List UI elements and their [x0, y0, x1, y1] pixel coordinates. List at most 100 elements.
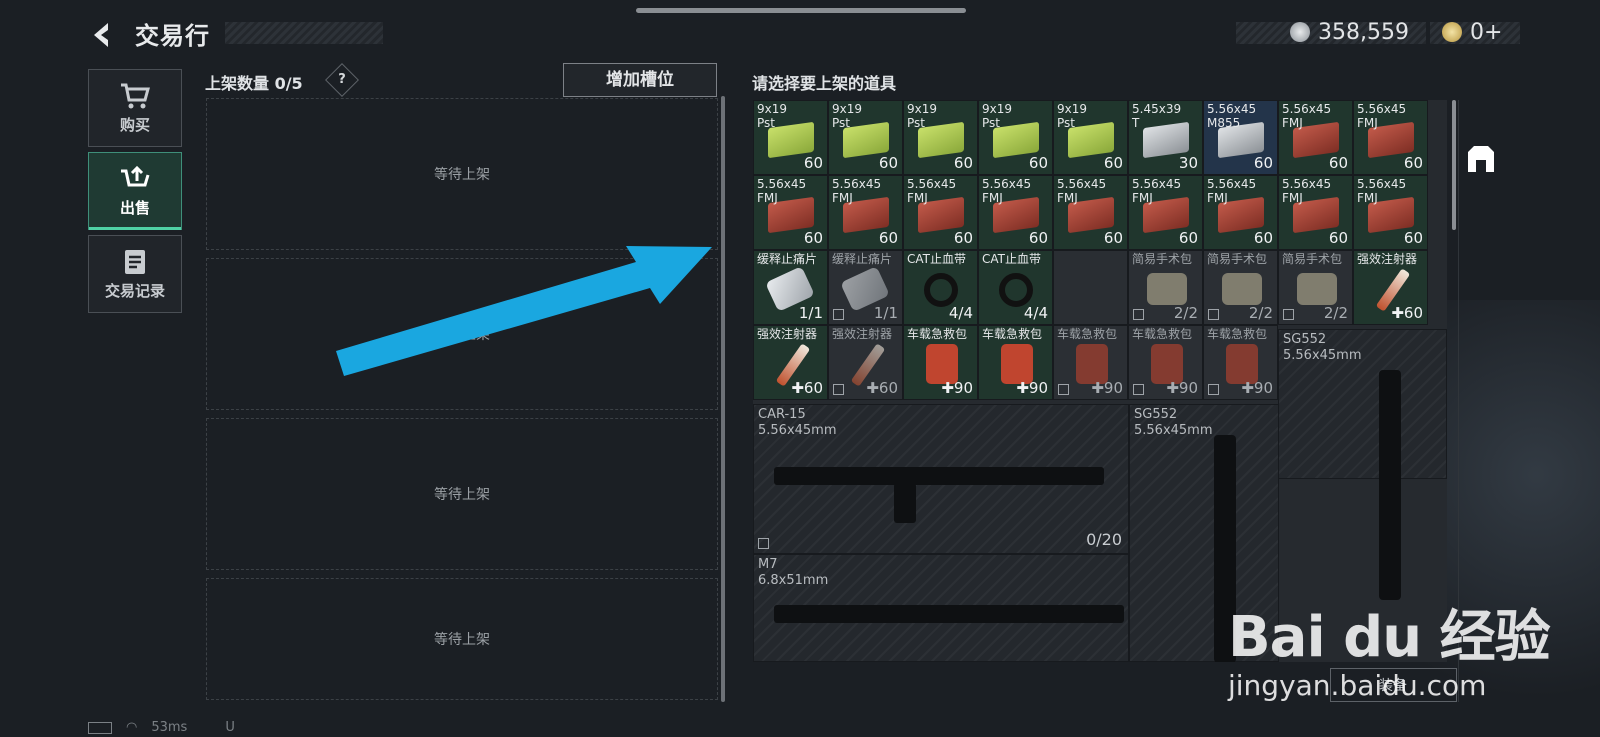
weapon-card[interactable]: CAR-15 5.56x45mm 0/20 — [753, 404, 1129, 554]
inventory-item[interactable]: 车载急救包 ✚90 — [1053, 325, 1128, 400]
inventory-item[interactable]: 简易手术包 2/2 — [1203, 250, 1278, 325]
item-name: 9x19 Pst — [832, 102, 863, 130]
lock-icon — [1208, 384, 1219, 395]
silver-amount: 358,559 — [1318, 19, 1409, 45]
inventory-item[interactable]: 5.56x45 FMJ 60 — [753, 175, 828, 250]
silver-coin-icon — [1290, 22, 1310, 42]
gold-coin-icon — [1442, 22, 1462, 42]
add-slot-button[interactable]: 增加槽位 — [563, 63, 717, 97]
sell-upload-icon — [121, 165, 150, 186]
item-count: ✚90 — [1016, 379, 1048, 397]
weapon-name: CAR-15 5.56x45mm — [758, 407, 837, 438]
weapon-ammo-count: 0/20 — [1086, 530, 1122, 549]
first-aid-bag-icon — [1001, 344, 1033, 384]
listing-slot[interactable]: 等待上架 — [206, 258, 718, 410]
item-name: 强效注射器 — [1357, 252, 1418, 266]
help-glyph: ? — [338, 72, 346, 87]
inventory-item[interactable]: 车载急救包 ✚90 — [1128, 325, 1203, 400]
rifle-magazine — [894, 483, 916, 523]
inventory-item[interactable]: 9x19 Pst 60 — [753, 100, 828, 175]
inventory-item[interactable]: 9x19 Pst 60 — [828, 100, 903, 175]
listing-slot[interactable]: 等待上架 — [206, 98, 718, 250]
listing-slot[interactable]: 等待上架 — [206, 418, 718, 570]
tab-sell[interactable]: 出售 — [88, 152, 182, 230]
inventory-item[interactable]: 强效注射器 ✚60 — [1353, 250, 1428, 325]
item-name: 9x19 Pst — [757, 102, 788, 130]
tab-records[interactable]: 交易记录 — [88, 235, 182, 313]
inventory-item[interactable]: 简易手术包 2/2 — [1128, 250, 1203, 325]
inventory-item[interactable]: 车载急救包 ✚90 — [978, 325, 1053, 400]
top-drag-handle[interactable] — [636, 8, 966, 13]
inventory-item[interactable]: 9x19 Pst 60 — [978, 100, 1053, 175]
item-count: 1/1 — [798, 304, 823, 322]
item-name: 5.45x39 T — [1132, 102, 1182, 130]
item-name: 5.56x45 FMJ — [1282, 102, 1332, 130]
inventory-item[interactable]: 5.45x39 T 30 — [1128, 100, 1203, 175]
first-aid-bag-icon — [1226, 344, 1258, 384]
lock-icon — [1133, 384, 1144, 395]
inventory-item[interactable]: 5.56x45 FMJ 60 — [978, 175, 1053, 250]
inventory-item[interactable]: 5.56x45 FMJ 60 — [828, 175, 903, 250]
inventory-item[interactable]: 5.56x45 FMJ 60 — [903, 175, 978, 250]
inventory-item[interactable]: 5.56x45 FMJ 60 — [1128, 175, 1203, 250]
item-name: 9x19 Pst — [1057, 102, 1088, 130]
inventory-item[interactable]: 车载急救包 ✚90 — [1203, 325, 1278, 400]
back-button[interactable] — [88, 20, 118, 50]
inventory-item[interactable]: 9x19 Pst 60 — [1053, 100, 1128, 175]
surgery-kit-icon — [1147, 273, 1187, 305]
help-icon[interactable]: ? — [325, 63, 359, 97]
listing-slot[interactable]: 等待上架 — [206, 578, 718, 700]
slot-status: 等待上架 — [434, 487, 490, 503]
inventory-item[interactable]: 5.56x45 FMJ 60 — [1278, 175, 1353, 250]
item-count: 60 — [803, 154, 823, 172]
inventory-item[interactable]: 强效注射器 ✚60 — [753, 325, 828, 400]
item-count: ✚90 — [941, 379, 973, 397]
first-aid-bag-icon — [926, 344, 958, 384]
item-count: 60 — [1103, 229, 1123, 247]
inventory-item[interactable]: 5.56x45 FMJ 60 — [1203, 175, 1278, 250]
inventory-item[interactable]: 5.56x45 FMJ 60 — [1053, 175, 1128, 250]
inventory-scrollbar[interactable] — [1452, 100, 1456, 230]
inventory-item — [1053, 250, 1128, 325]
item-count: 60 — [1028, 154, 1048, 172]
weapon-card[interactable]: SG552 5.56x45mm — [1278, 329, 1447, 600]
item-name: 缓释止痛片 — [757, 252, 818, 266]
filter-button[interactable] — [1464, 142, 1498, 176]
back-arrow-icon — [94, 23, 108, 47]
inventory-item[interactable]: 简易手术包 2/2 — [1278, 250, 1353, 325]
rifle-image — [774, 467, 1104, 485]
item-count: ✚90 — [1091, 379, 1123, 397]
surgery-kit-icon — [1222, 273, 1262, 305]
listing-scrollbar[interactable] — [721, 96, 725, 702]
item-name: 5.56x45 M855 — [1207, 102, 1257, 130]
tourniquet-icon — [999, 273, 1033, 307]
tab-buy[interactable]: 购买 — [88, 69, 182, 147]
item-name: 5.56x45 FMJ — [1057, 177, 1107, 205]
inventory-item[interactable]: 5.56x45 FMJ 60 — [1353, 175, 1428, 250]
inventory-item[interactable]: 5.56x45 FMJ 60 — [1278, 100, 1353, 175]
item-name: 5.56x45 FMJ — [1132, 177, 1182, 205]
item-count: 60 — [1328, 229, 1348, 247]
watermark-logo: Bai du 经验 — [1228, 605, 1551, 670]
inventory-item[interactable]: 5.56x45 FMJ 60 — [1353, 100, 1428, 175]
inventory-item[interactable]: 强效注射器 ✚60 — [828, 325, 903, 400]
currency-gold[interactable]: 0+ — [1442, 18, 1502, 46]
inventory-item[interactable]: CAT止血带 4/4 — [978, 250, 1053, 325]
title-stripe-decoration — [225, 22, 383, 44]
weapon-card[interactable]: M7 6.8x51mm — [753, 554, 1129, 662]
inventory-item[interactable]: 车载急救包 ✚90 — [903, 325, 978, 400]
item-count: 1/1 — [873, 304, 898, 322]
surgery-kit-icon — [1297, 273, 1337, 305]
inventory-item[interactable]: 缓释止痛片 1/1 — [828, 250, 903, 325]
item-name: 9x19 Pst — [907, 102, 938, 130]
slot-status: 等待上架 — [434, 632, 490, 648]
item-count: 60 — [953, 154, 973, 172]
inventory-item[interactable]: CAT止血带 4/4 — [903, 250, 978, 325]
item-name: 5.56x45 FMJ — [1282, 177, 1332, 205]
lock-icon — [833, 309, 844, 320]
inventory-item[interactable]: 5.56x45 M855 60 — [1203, 100, 1278, 175]
inventory-item[interactable]: 9x19 Pst 60 — [903, 100, 978, 175]
inventory-item[interactable]: 缓释止痛片 1/1 — [753, 250, 828, 325]
item-name: 强效注射器 — [832, 327, 893, 341]
item-count: ✚60 — [866, 379, 898, 397]
